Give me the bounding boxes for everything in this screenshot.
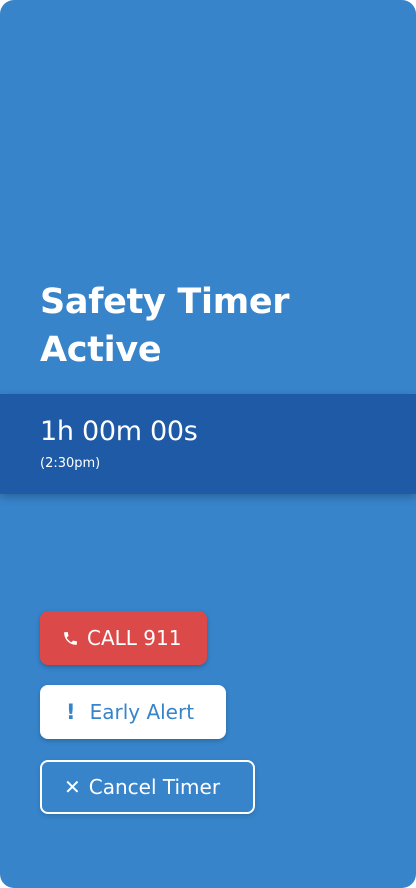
timer-countdown: 1h 00m 00s [40, 416, 198, 447]
phone-icon [62, 630, 79, 647]
timer-end-time: (2:30pm) [40, 456, 101, 471]
page-title: Safety Timer Active [40, 282, 290, 370]
early-alert-button[interactable]: ! Early Alert [40, 685, 226, 739]
call-911-button[interactable]: CALL 911 [40, 611, 207, 665]
call-911-label: CALL 911 [87, 626, 182, 650]
close-icon: ✕ [64, 775, 81, 799]
early-alert-label: Early Alert [89, 700, 195, 724]
cancel-timer-label: Cancel Timer [88, 775, 221, 799]
timer-panel: 1h 00m 00s (2:30pm) [0, 394, 416, 494]
exclamation-icon: ! [66, 700, 76, 724]
safety-timer-screen: Safety Timer Active 1h 00m 00s (2:30pm) … [0, 0, 416, 888]
cancel-timer-button[interactable]: ✕ Cancel Timer [40, 760, 255, 814]
